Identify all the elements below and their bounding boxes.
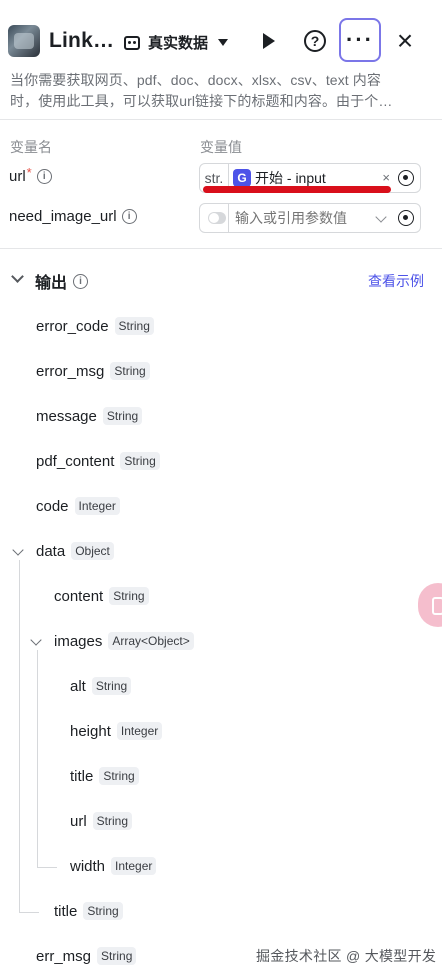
param-need-image-url-label: need_image_url i [9, 208, 137, 225]
field-name: content [54, 587, 104, 605]
field-name: pdf_content [36, 452, 115, 470]
expand-chevron-icon[interactable] [12, 544, 24, 556]
play-icon [263, 33, 275, 49]
divider [0, 119, 442, 120]
close-button[interactable]: × [386, 22, 424, 60]
param-value-input[interactable] [235, 210, 375, 226]
more-icon: ··· [346, 27, 374, 52]
type-badge: String [83, 902, 123, 920]
type-badge: String [92, 812, 133, 830]
column-header-name: 变量名 [10, 139, 52, 155]
output-field: message String [36, 407, 143, 425]
field-name: height [70, 722, 111, 740]
toggle-prefix[interactable] [200, 204, 229, 232]
robot-icon [124, 35, 140, 50]
toggle-icon[interactable] [207, 212, 226, 224]
field-name: err_msg [36, 947, 92, 965]
plugin-icon [8, 25, 40, 57]
field-name: error_msg [36, 362, 105, 380]
type-badge: String [91, 677, 132, 695]
type-badge: String [102, 407, 143, 425]
node-description: 当你需要获取网页、pdf、doc、docx、xlsx、csv、text 内容 时… [10, 70, 430, 112]
param-name: url [9, 168, 26, 185]
watermark: 掘金技术社区 @ 大模型开发 [256, 948, 437, 964]
clear-icon[interactable]: × [382, 170, 390, 185]
info-icon[interactable]: i [36, 169, 52, 184]
type-badge: Object [71, 542, 114, 560]
field-name: title [70, 767, 94, 785]
field-name: url [70, 812, 87, 830]
type-badge: String [97, 947, 137, 965]
output-field: error_code String [36, 317, 154, 335]
reference-label: 开始 - input [255, 170, 326, 186]
type-badge: String [110, 362, 150, 380]
field-name: error_code [36, 317, 109, 335]
field-name: alt [70, 677, 86, 695]
type-badge: String [109, 587, 149, 605]
description-line: 时，使用此工具，可以获取url链接下的标题和内容。由于个… [10, 93, 393, 109]
info-icon[interactable]: i [121, 209, 137, 224]
param-name: need_image_url [9, 208, 117, 225]
field-name: title [54, 902, 78, 920]
info-icon[interactable]: i [73, 273, 89, 289]
output-title: 输出 [35, 275, 68, 292]
field-name: images [54, 632, 103, 650]
output-field: title String [70, 767, 139, 785]
output-field: pdf_content String [36, 452, 160, 470]
column-header-value: 变量值 [200, 139, 242, 155]
output-section-title[interactable]: 输出 i [35, 269, 89, 293]
field-name: width [70, 857, 106, 875]
help-icon: ? [304, 30, 326, 52]
output-field: url String [70, 812, 133, 830]
help-button[interactable]: ? [296, 22, 334, 60]
field-name: code [36, 497, 69, 515]
field-name: message [36, 407, 97, 425]
output-field: width Integer [70, 857, 157, 875]
divider [0, 248, 442, 249]
run-button[interactable] [250, 22, 288, 60]
output-field: error_msg String [36, 362, 150, 380]
view-example-link[interactable]: 查看示例 [368, 271, 424, 291]
expand-chevron-icon[interactable] [30, 634, 42, 646]
type-badge: Integer [111, 857, 157, 875]
node-header: Link… 真实数据 ? ··· × [0, 0, 442, 66]
type-badge: Array<Object> [108, 632, 194, 650]
data-mode-label: 真实数据 [148, 35, 209, 52]
annotation-underline [203, 186, 391, 193]
required-mark: * [26, 165, 32, 180]
tree-line [19, 560, 20, 912]
tree-line [19, 912, 39, 913]
output-field: err_msg String [36, 947, 137, 965]
close-icon: × [396, 25, 414, 56]
chevron-down-icon[interactable] [375, 211, 387, 223]
start-node-icon: G [233, 169, 251, 187]
param-need-image-url-field[interactable] [199, 203, 421, 233]
output-field: alt String [70, 677, 132, 695]
floating-assistant-button[interactable] [418, 583, 442, 627]
collapse-chevron-icon[interactable] [11, 270, 24, 283]
output-field: code Integer [36, 497, 120, 515]
more-button[interactable]: ··· [339, 18, 381, 62]
type-badge: String [99, 767, 139, 785]
type-badge: String [114, 317, 154, 335]
description-line: 当你需要获取网页、pdf、doc、docx、xlsx、csv、text 内容 [10, 72, 381, 88]
reference-picker-icon[interactable] [398, 170, 414, 186]
reference-picker-icon[interactable] [398, 210, 414, 226]
reference-chip[interactable]: G 开始 - input [233, 168, 326, 188]
type-badge: Integer [116, 722, 163, 740]
caret-down-icon [218, 39, 229, 46]
type-badge: String [120, 452, 160, 470]
param-url-label: url * i [9, 165, 52, 185]
output-field: height Integer [70, 722, 163, 740]
node-title[interactable]: Link… [49, 29, 114, 53]
output-field: title String [54, 902, 123, 920]
output-field: content String [54, 587, 149, 605]
output-field: data Object [36, 542, 114, 560]
tree-line [37, 650, 38, 867]
tree-line [37, 867, 57, 868]
type-badge: Integer [74, 497, 120, 515]
output-field: images Array<Object> [54, 632, 194, 650]
field-name: data [36, 542, 66, 560]
data-mode-dropdown[interactable]: 真实数据 [124, 32, 229, 53]
